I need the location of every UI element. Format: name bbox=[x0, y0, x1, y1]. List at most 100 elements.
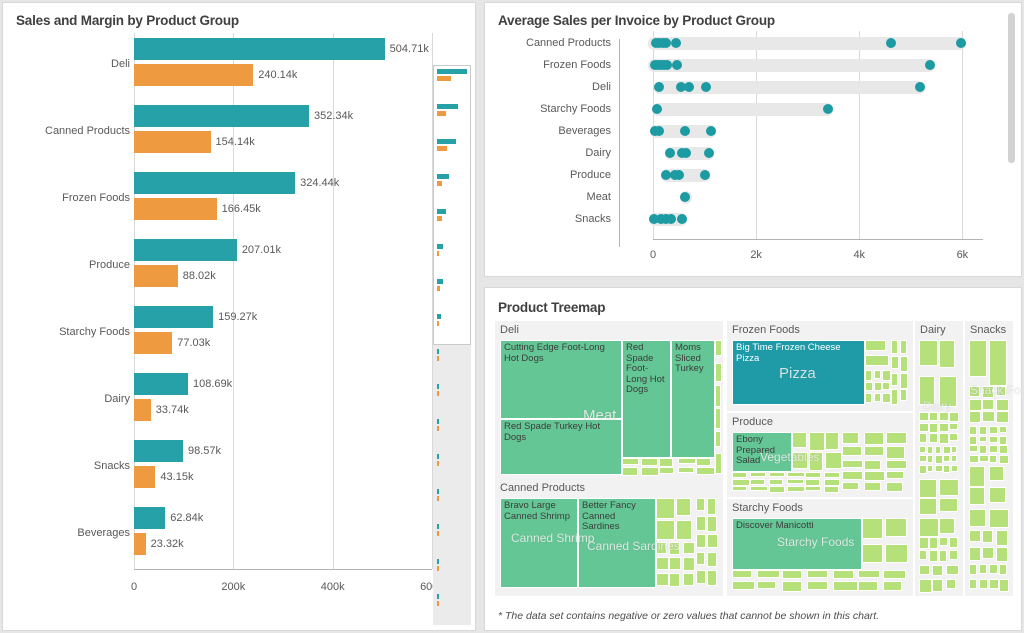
treemap-tile[interactable] bbox=[989, 436, 998, 443]
treemap-tile[interactable] bbox=[807, 581, 827, 590]
product-treemap-panel[interactable]: Product Treemap DeliCutting Edge Foot-Lo… bbox=[484, 287, 1022, 631]
treemap-tile[interactable] bbox=[656, 520, 675, 540]
treemap-tile[interactable] bbox=[864, 471, 885, 481]
treemap-tile[interactable] bbox=[919, 518, 939, 537]
treemap-tile[interactable] bbox=[874, 382, 882, 391]
treemap-tile[interactable] bbox=[882, 370, 890, 381]
treemap-tile[interactable] bbox=[707, 498, 716, 515]
treemap-tile[interactable] bbox=[996, 530, 1008, 546]
treemap-tile[interactable] bbox=[865, 382, 873, 392]
treemap-tile[interactable] bbox=[949, 423, 958, 431]
treemap-tile[interactable] bbox=[885, 518, 907, 537]
treemap-tile[interactable] bbox=[939, 433, 949, 444]
treemap-tile[interactable] bbox=[969, 564, 977, 575]
treemap-tile[interactable] bbox=[929, 433, 938, 443]
treemap-tile[interactable] bbox=[949, 537, 958, 548]
treemap-tile[interactable] bbox=[865, 355, 889, 366]
treemap-tile[interactable] bbox=[919, 423, 929, 432]
dot-point[interactable] bbox=[674, 170, 684, 180]
treemap-tile[interactable]: Ebony Prepared Salad bbox=[732, 432, 792, 472]
dot-point[interactable] bbox=[666, 214, 676, 224]
treemap-tile[interactable] bbox=[949, 412, 959, 422]
treemap-tile[interactable] bbox=[656, 557, 669, 569]
treemap-tile[interactable] bbox=[999, 436, 1007, 445]
bar-sales[interactable] bbox=[134, 105, 309, 127]
treemap-tile[interactable] bbox=[927, 446, 933, 454]
treemap-tile[interactable] bbox=[979, 564, 987, 574]
treemap-tile[interactable] bbox=[715, 385, 721, 407]
sales-margin-chart[interactable]: DeliCanned ProductsFrozen FoodsProduceSt… bbox=[3, 33, 477, 603]
treemap-tile[interactable] bbox=[769, 479, 784, 485]
treemap-tile[interactable] bbox=[996, 386, 1006, 396]
treemap-tile[interactable] bbox=[669, 542, 680, 555]
treemap-tile[interactable] bbox=[750, 486, 767, 491]
treemap-tile[interactable] bbox=[715, 408, 721, 429]
treemap-tile[interactable] bbox=[824, 486, 840, 493]
treemap-tile[interactable] bbox=[999, 455, 1009, 464]
treemap-tile[interactable] bbox=[982, 386, 994, 398]
treemap-tile[interactable] bbox=[842, 432, 859, 444]
treemap-tile[interactable]: Red Spade Foot-Long Hot Dogs bbox=[622, 340, 671, 458]
treemap-tile[interactable] bbox=[951, 455, 957, 462]
treemap-tile[interactable] bbox=[809, 452, 824, 471]
treemap-tile[interactable] bbox=[979, 426, 987, 435]
treemap-tile[interactable] bbox=[858, 581, 879, 591]
treemap-tile[interactable] bbox=[683, 573, 694, 586]
treemap-tile[interactable]: Big Time Frozen Cheese Pizza bbox=[732, 340, 865, 405]
treemap-tile[interactable] bbox=[979, 436, 987, 443]
treemap-group[interactable]: Canned ProductsBravo Large Canned Shrimp… bbox=[495, 479, 723, 596]
treemap-tile[interactable] bbox=[969, 455, 979, 463]
dot-category-label[interactable]: Snacks bbox=[485, 213, 611, 225]
treemap-tile[interactable] bbox=[969, 445, 978, 452]
treemap-tile[interactable] bbox=[932, 579, 943, 592]
treemap-tile[interactable] bbox=[883, 581, 902, 591]
dot-category-label[interactable]: Deli bbox=[485, 81, 611, 93]
treemap-tile[interactable] bbox=[787, 479, 804, 484]
bar-margin[interactable] bbox=[134, 131, 211, 153]
treemap-tile[interactable] bbox=[732, 581, 755, 590]
treemap-tile[interactable] bbox=[946, 579, 957, 589]
dot-point[interactable] bbox=[701, 82, 711, 92]
treemap-tile[interactable] bbox=[715, 363, 722, 382]
treemap-tile[interactable] bbox=[935, 465, 943, 473]
treemap-tile[interactable] bbox=[715, 340, 722, 356]
bar-category-label[interactable]: Dairy bbox=[13, 393, 130, 405]
treemap-tile[interactable] bbox=[792, 432, 807, 448]
treemap-tile[interactable] bbox=[919, 433, 927, 443]
treemap-tile[interactable] bbox=[669, 557, 681, 570]
treemap-tile[interactable] bbox=[864, 482, 881, 491]
treemap-tile[interactable] bbox=[989, 426, 998, 434]
dot-category-label[interactable]: Produce bbox=[485, 169, 611, 181]
treemap-tile[interactable] bbox=[891, 373, 898, 386]
treemap-tile[interactable]: Bravo Large Canned Shrimp bbox=[500, 498, 578, 588]
dot-point[interactable] bbox=[665, 148, 675, 158]
treemap-tile[interactable] bbox=[696, 516, 706, 531]
treemap-tile[interactable] bbox=[999, 426, 1007, 433]
treemap-tile[interactable] bbox=[919, 446, 926, 453]
treemap-tile[interactable] bbox=[979, 455, 989, 462]
dot-category-label[interactable]: Meat bbox=[485, 191, 611, 203]
treemap-tile[interactable] bbox=[919, 537, 929, 549]
treemap-tile[interactable] bbox=[824, 472, 841, 478]
dot-point[interactable] bbox=[654, 82, 664, 92]
treemap-tile[interactable] bbox=[979, 445, 987, 454]
dot-point[interactable] bbox=[654, 126, 664, 136]
treemap-tile[interactable] bbox=[750, 479, 764, 485]
treemap-tile[interactable] bbox=[874, 370, 881, 379]
treemap-tile[interactable] bbox=[676, 520, 692, 540]
treemap-tile[interactable] bbox=[939, 423, 949, 432]
dot-point[interactable] bbox=[680, 126, 690, 136]
bar-sales[interactable] bbox=[134, 373, 188, 395]
treemap-tile[interactable] bbox=[969, 547, 981, 561]
bar-category-label[interactable]: Produce bbox=[13, 259, 130, 271]
treemap-tile[interactable] bbox=[979, 579, 988, 590]
treemap-group[interactable]: SnacksSnack Foods bbox=[965, 321, 1013, 596]
treemap-tile[interactable] bbox=[659, 467, 674, 474]
treemap-tile[interactable] bbox=[939, 537, 948, 546]
treemap-tile[interactable] bbox=[809, 432, 825, 451]
bar-margin[interactable] bbox=[134, 399, 151, 421]
treemap-tile[interactable] bbox=[669, 573, 680, 588]
treemap-tile[interactable] bbox=[919, 340, 938, 366]
dot-point[interactable] bbox=[706, 126, 716, 136]
treemap-tile[interactable] bbox=[676, 498, 691, 516]
